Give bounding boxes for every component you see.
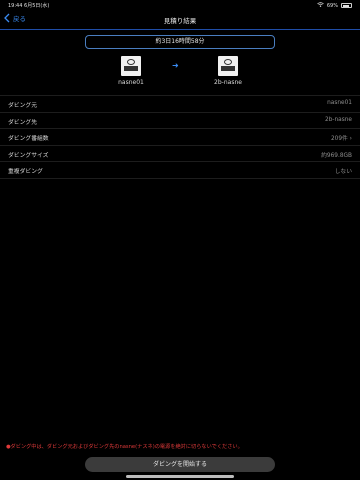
destination-device-name: 2b-nasne — [214, 79, 242, 86]
row-program-count[interactable]: ダビング番組数 209件 › — [0, 129, 360, 146]
nasne-icon — [121, 56, 141, 76]
row-value: nasne01 — [327, 100, 352, 106]
row-source: ダビング元 nasne01 — [0, 95, 360, 113]
source-device: nasne01 — [96, 56, 166, 86]
start-dubbing-button[interactable]: ダビングを開始する — [85, 457, 275, 472]
page-title: 見積り結果 — [163, 17, 197, 25]
row-value: 209件 › — [330, 136, 352, 142]
estimate-time-box: 約3日16時間58分 — [85, 35, 275, 49]
status-right: 69% — [317, 2, 352, 9]
row-size: ダビングサイズ 約969.8GB — [0, 146, 360, 162]
row-label: ダビング元 — [8, 103, 37, 109]
row-value: 2b-nasne — [325, 116, 352, 123]
row-label: ダビング先 — [8, 119, 37, 126]
row-value: しない — [334, 169, 352, 175]
nasne-icon — [218, 56, 238, 76]
row-label: ダビング番組数 — [8, 136, 49, 142]
warning-text: ●ダビング中は、ダビング元およびダビング先のnasne(ナスネ)の電源を絶対に切… — [6, 444, 243, 450]
row-value: 約969.8GB — [321, 152, 352, 159]
status-date-text: 6月5日(水) — [24, 3, 50, 9]
row-label: ダビングサイズ — [8, 152, 49, 159]
nav-bar: 戻る 見積り結果 — [0, 10, 360, 30]
row-label: 重複ダビング — [8, 169, 43, 175]
battery-icon — [341, 3, 352, 8]
home-indicator — [126, 475, 234, 478]
source-device-name: nasne01 — [118, 79, 144, 86]
status-time-text: 19:44 — [8, 3, 23, 9]
details-list: ダビング元 nasne01 ダビング先 2b-nasne ダビング番組数 209… — [0, 95, 360, 179]
status-time: 19:44 6月5日(水) — [8, 2, 49, 9]
arrow-right-icon: ➜ — [172, 61, 179, 70]
wifi-icon — [317, 2, 324, 9]
destination-device: 2b-nasne — [193, 56, 263, 86]
row-destination: ダビング先 2b-nasne — [0, 113, 360, 129]
battery-percent: 69% — [326, 2, 338, 9]
status-bar: 19:44 6月5日(水) 69% — [0, 0, 360, 10]
row-duplicate: 重複ダビング しない — [0, 162, 360, 179]
